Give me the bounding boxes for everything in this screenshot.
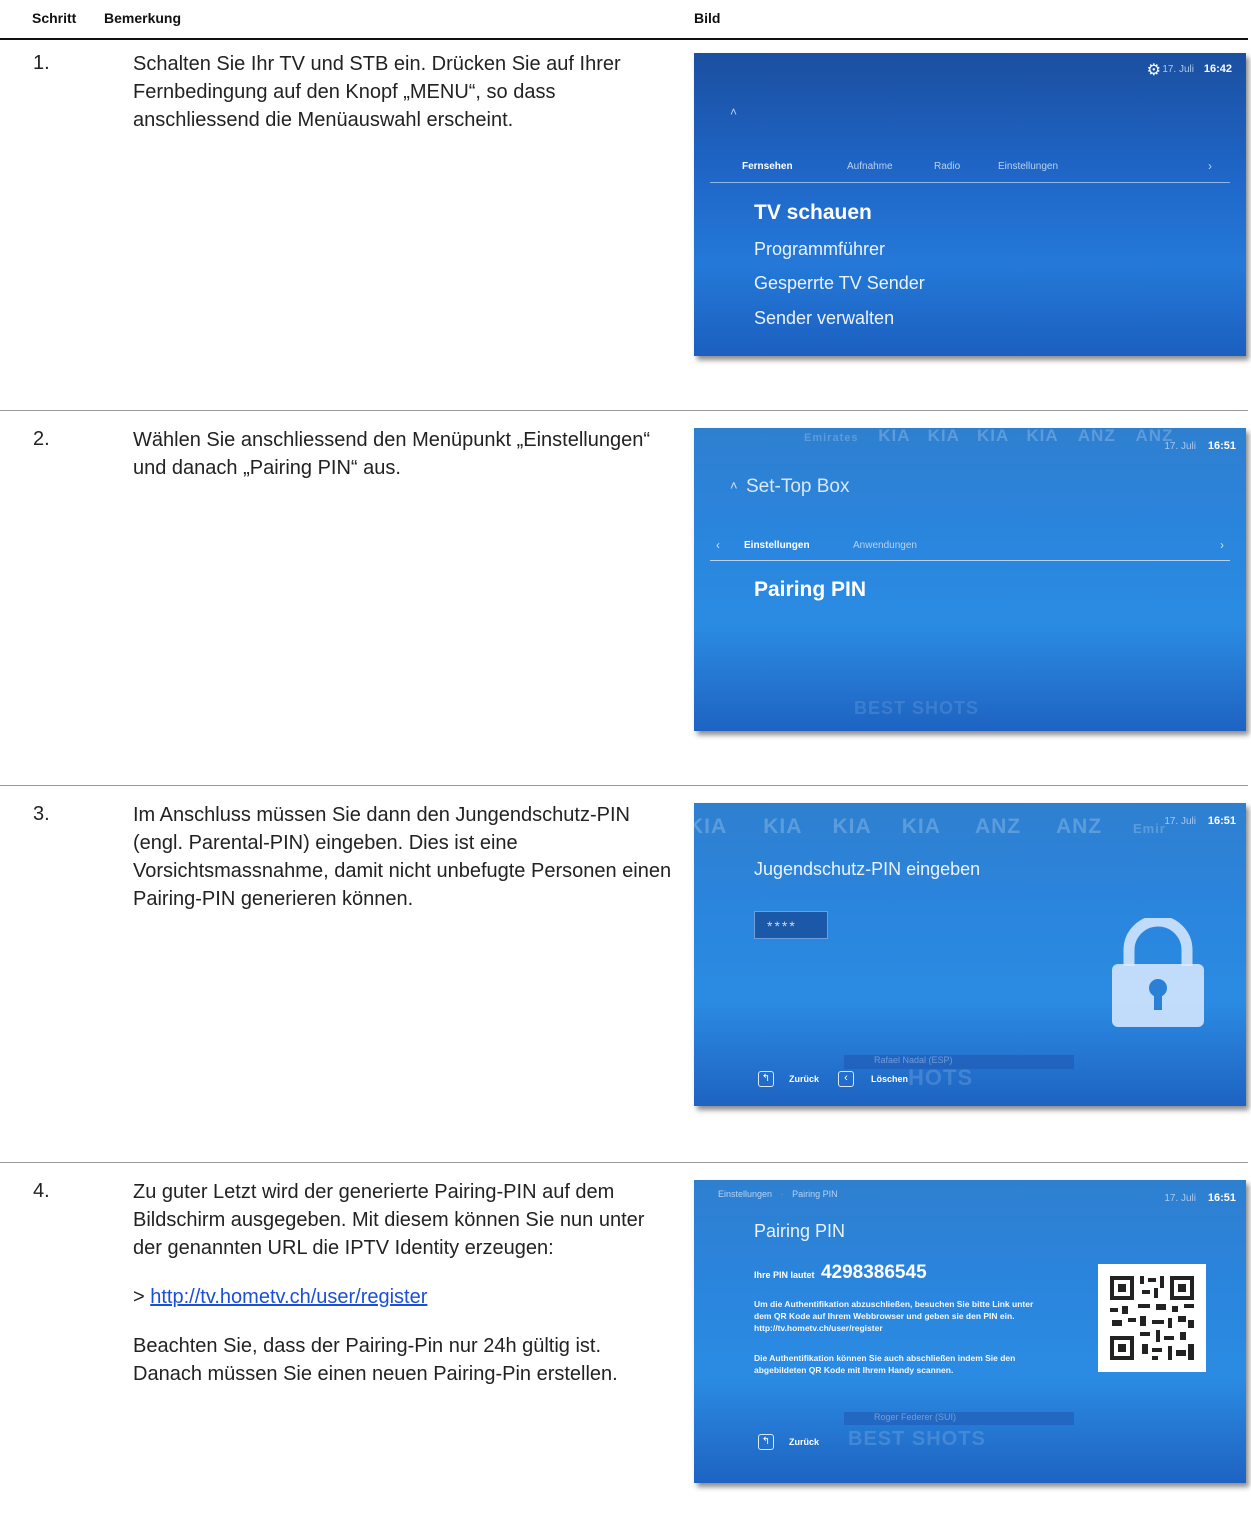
tab-fernsehen[interactable]: Fernsehen — [742, 161, 793, 172]
row-divider — [0, 410, 1248, 411]
ad-text: KIA — [927, 428, 960, 445]
ad-text: ANZ — [1077, 428, 1116, 445]
tab-einstellungen[interactable]: Einstellungen — [998, 161, 1058, 172]
pin-input[interactable]: **** — [754, 911, 828, 939]
settings-icon: ⚙ — [1146, 62, 1161, 79]
clock-date: 17. Juli — [1162, 64, 1194, 75]
breadcrumb-item[interactable]: Einstellungen — [718, 1189, 772, 1199]
chevron-left-icon: ‹ — [716, 538, 720, 552]
step-text: Wählen Sie anschliessend den Menüpunkt „… — [133, 426, 673, 482]
clock-time: 16:42 — [1203, 63, 1232, 75]
back-button[interactable]: Zurück — [789, 1437, 819, 1447]
ad-text: KIA — [901, 815, 941, 838]
step-text: Schalten Sie Ihr TV und STB ein. Drücken… — [133, 50, 673, 134]
dialog-title: Pairing PIN — [754, 1221, 846, 1241]
screenshot-parental-pin: KIA KIA KIA KIA ANZ ANZ Emir 17. Juli 16… — [694, 803, 1246, 1106]
ad-text: ANZ — [1055, 815, 1103, 838]
qr-code — [1098, 1264, 1206, 1372]
screenshot-set-top-box: Emirates KIA KIA KIA KIA ANZ ANZ 17. Jul… — [694, 428, 1246, 731]
row-divider — [0, 785, 1248, 786]
chevron-left-icon: ‹ — [838, 1071, 854, 1087]
ad-text: KIA — [1026, 428, 1059, 445]
background-ad-banner: KIA KIA KIA KIA ANZ ANZ Emir — [694, 815, 1246, 839]
link-line: > http://tv.hometv.ch/user/register — [133, 1283, 673, 1311]
dialog-title: Jugendschutz-PIN eingeben — [754, 859, 981, 879]
ad-text: Emirates — [804, 432, 859, 444]
clock-date: 17. Juli — [1164, 816, 1196, 827]
step-text: Im Anschluss müssen Sie dann den Jungend… — [133, 801, 673, 913]
step-number: 1. — [33, 52, 50, 74]
instructions-text: Um die Authentifikation abzuschließen, b… — [754, 1299, 1034, 1333]
clock-date: 17. Juli — [1164, 441, 1196, 452]
breadcrumb-item: Pairing PIN — [792, 1189, 838, 1199]
pin-label: Ihre PIN lautet — [754, 1270, 815, 1280]
step-text: Zu guter Letzt wird der generierte Pairi… — [133, 1178, 673, 1388]
tab-aufnahme[interactable]: Aufnahme — [847, 161, 893, 172]
pin-mask: **** — [767, 918, 797, 934]
register-link[interactable]: http://tv.hometv.ch/user/register — [150, 1286, 427, 1308]
breadcrumb: Einstellungen · Pairing PIN — [718, 1189, 838, 1199]
ad-text: ANZ — [974, 815, 1022, 838]
pin-value: 4298386545 — [820, 1262, 927, 1283]
tab-divider — [710, 560, 1230, 561]
header-remark: Bemerkung — [104, 10, 182, 26]
clock-date: 17. Juli — [1164, 1193, 1196, 1204]
breadcrumb-separator: · — [780, 1189, 784, 1199]
step-text-paragraph: Im Anschluss müssen Sie dann den Jungend… — [133, 804, 672, 910]
pin-line: Ihre PIN lautet 4298386545 — [754, 1262, 927, 1284]
row-divider — [0, 1162, 1248, 1163]
clock-time: 16:51 — [1207, 815, 1236, 827]
step-text-paragraph: Zu guter Letzt wird der generierte Pairi… — [133, 1181, 645, 1259]
tab-radio[interactable]: Radio — [934, 161, 960, 172]
chevron-right-icon: › — [1208, 159, 1212, 173]
tab-einstellungen[interactable]: Einstellungen — [744, 540, 810, 551]
step-number: 3. — [33, 803, 50, 825]
back-icon: ↰ — [758, 1434, 774, 1450]
header-rule — [0, 38, 1248, 40]
background-overlay-text: BEST SHOTS — [854, 698, 980, 718]
validity-note: Beachten Sie, dass der Pairing-Pin nur 2… — [133, 1335, 618, 1385]
menu-item-sender-verwalten[interactable]: Sender verwalten — [754, 308, 894, 329]
link-prefix: > — [133, 1286, 151, 1308]
player-name-bar: Roger Federer (SUI) — [844, 1412, 1074, 1425]
tab-divider — [710, 182, 1230, 183]
clock-time: 16:51 — [1207, 440, 1236, 452]
clock-time: 16:51 — [1207, 1192, 1236, 1204]
back-icon: ↰ — [758, 1071, 774, 1087]
background-ad-banner: Emirates KIA KIA KIA KIA ANZ ANZ — [694, 428, 1246, 452]
back-button[interactable]: Zurück — [789, 1074, 819, 1084]
background-overlay-text: HOTS — [908, 1065, 974, 1090]
screenshot-menu: ⚙ 17. Juli 16:42 ˄ Fernsehen Aufnahme Ra… — [694, 53, 1246, 356]
menu-item-pairing-pin[interactable]: Pairing PIN — [754, 578, 866, 602]
step-number: 4. — [33, 1180, 50, 1202]
ad-text: KIA — [977, 428, 1009, 445]
page-title: Set-Top Box — [746, 476, 850, 497]
ad-text: KIA — [694, 815, 727, 838]
background-overlay-text: BEST SHOTS — [848, 1428, 986, 1450]
step-number: 2. — [33, 428, 50, 450]
delete-button[interactable]: Löschen — [871, 1074, 908, 1084]
tab-anwendungen[interactable]: Anwendungen — [853, 540, 917, 551]
qr-instructions-text: Die Authentifikation können Sie auch abs… — [754, 1353, 1016, 1375]
header-image: Bild — [694, 10, 721, 26]
lock-icon — [1109, 915, 1207, 1029]
step-text-paragraph: Wählen Sie anschliessend den Menüpunkt „… — [133, 429, 650, 479]
chevron-right-icon: › — [1220, 538, 1224, 552]
ad-text: KIA — [878, 428, 910, 445]
screenshot-pairing-pin: Einstellungen · Pairing PIN 17. Juli 16:… — [694, 1180, 1246, 1483]
menu-item-tv-schauen[interactable]: TV schauen — [754, 201, 872, 225]
menu-item-programmfuehrer[interactable]: Programmführer — [754, 239, 885, 260]
chevron-up-icon: ˄ — [730, 105, 738, 119]
ad-text: KIA — [763, 815, 802, 838]
chevron-up-icon: ˄ — [730, 478, 738, 493]
ad-text: KIA — [832, 815, 871, 838]
step-text-paragraph: Schalten Sie Ihr TV und STB ein. Drücken… — [133, 53, 621, 131]
table-header: Schritt Bemerkung Bild — [0, 0, 1251, 40]
menu-item-gesperrte-sender[interactable]: Gesperrte TV Sender — [754, 273, 925, 294]
ad-text: Emir — [1132, 821, 1166, 836]
header-step: Schritt — [32, 10, 77, 26]
